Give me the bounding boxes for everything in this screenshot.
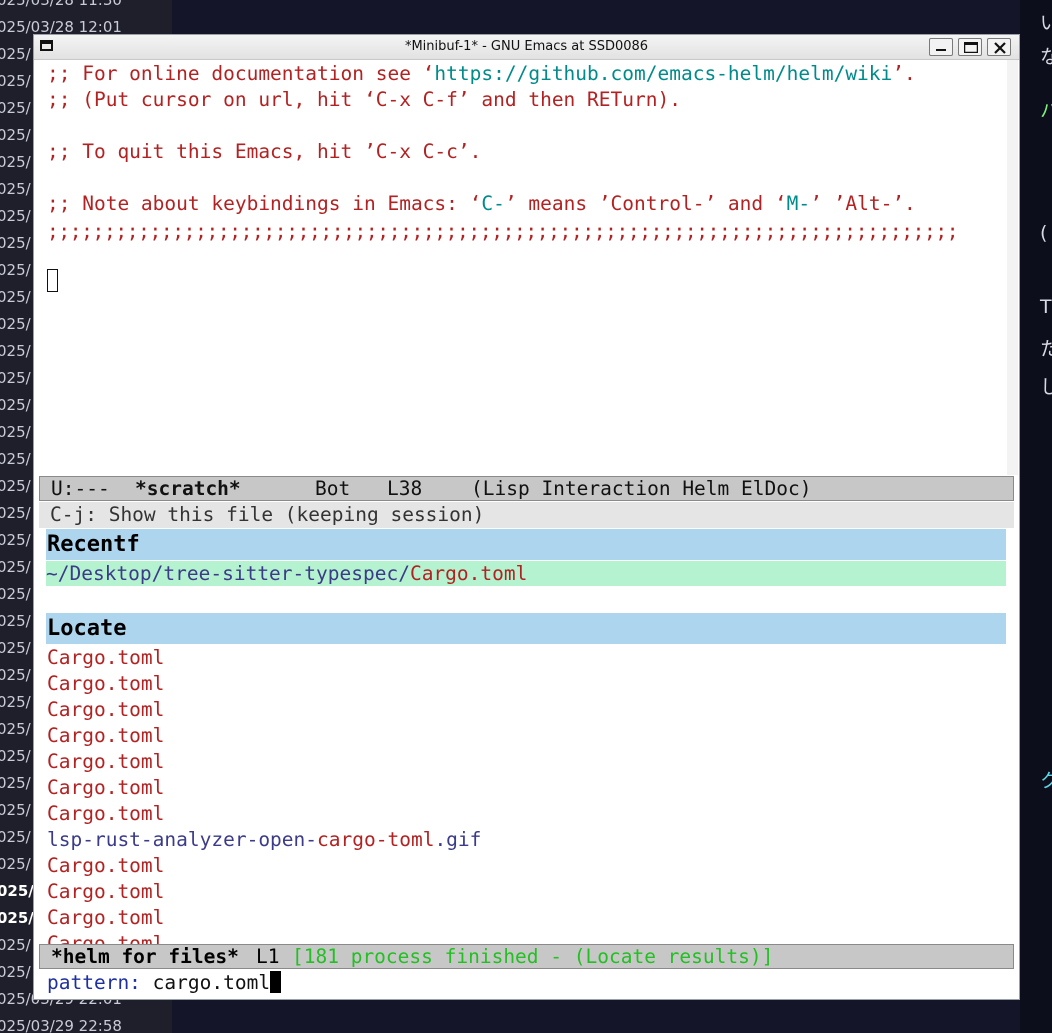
- locate-candidate[interactable]: Cargo.toml: [47, 905, 164, 931]
- background-glyph: い: [1040, 12, 1052, 34]
- background-list-row: 025/03/28 11:30: [0, 0, 122, 9]
- close-button[interactable]: [987, 38, 1011, 56]
- locate-candidate[interactable]: Cargo.toml: [47, 749, 164, 775]
- locate-candidate[interactable]: Cargo.toml: [47, 801, 164, 827]
- locate-candidate[interactable]: Cargo.toml: [47, 853, 164, 879]
- modeline-buffer-name[interactable]: *scratch*: [135, 477, 241, 500]
- scratch-line-2[interactable]: ;; (Put cursor on url, hit ‘C-x C-f’ and…: [47, 87, 681, 113]
- locate-candidate[interactable]: Cargo.toml: [47, 723, 164, 749]
- close-icon: [994, 42, 1006, 54]
- background-glyph: た: [1040, 338, 1052, 360]
- locate-candidate[interactable]: Cargo.toml: [47, 671, 164, 697]
- wiki-link[interactable]: https://github.com/emacs-helm/helm/wiki: [434, 62, 892, 85]
- maximize-button[interactable]: [958, 38, 982, 56]
- scratch-line-5[interactable]: ;;;;;;;;;;;;;;;;;;;;;;;;;;;;;;;;;;;;;;;;…: [47, 219, 959, 245]
- background-glyph: (: [1040, 222, 1048, 244]
- locate-candidate[interactable]: Cargo.toml: [47, 931, 164, 944]
- scratch-line-1[interactable]: ;; For online documentation see ‘https:/…: [47, 61, 916, 87]
- background-glyph: し: [1040, 376, 1052, 398]
- minibuffer[interactable]: pattern: cargo.toml: [47, 970, 282, 996]
- locate-candidate[interactable]: Cargo.toml: [47, 879, 164, 905]
- background-glyph: ハ: [1040, 100, 1052, 122]
- minimize-icon: [936, 49, 946, 51]
- title-bar[interactable]: *Minibuf-1* - GNU Emacs at SSD0086: [34, 35, 1019, 60]
- recentf-selected-candidate[interactable]: ~/Desktop/tree-sitter-typespec/Cargo.tom…: [46, 561, 1006, 586]
- maximize-icon: [964, 42, 978, 53]
- modeline-state: U:---: [51, 477, 110, 500]
- locate-candidate[interactable]: lsp-rust-analyzer-open-cargo-toml.gif: [47, 827, 481, 853]
- modeline-modes[interactable]: (Lisp Interaction Helm ElDoc): [471, 477, 811, 500]
- emacs-window: *Minibuf-1* - GNU Emacs at SSD0086 ;; Fo…: [33, 34, 1020, 1000]
- locate-candidate[interactable]: Cargo.toml: [47, 775, 164, 801]
- window-title: *Minibuf-1* - GNU Emacs at SSD0086: [404, 39, 649, 54]
- input-caret: [270, 971, 282, 993]
- background-list-row: 025/03/29 22:58: [0, 1017, 122, 1033]
- helm-header-line: C-j: Show this file (keeping session): [39, 502, 1014, 528]
- modeline-position: Bot: [315, 477, 351, 500]
- scratch-line-3[interactable]: ;; To quit this Emacs, hit ’C-x C-c’.: [47, 139, 481, 165]
- locate-candidates: Cargo.toml Cargo.toml Cargo.toml Cargo.toml…: [34, 645, 1019, 944]
- fringe: [1007, 60, 1018, 475]
- background-glyph: な: [1040, 46, 1052, 68]
- pattern-input[interactable]: cargo.toml: [153, 971, 270, 994]
- locate-candidate[interactable]: Cargo.toml: [47, 645, 164, 671]
- mode-line[interactable]: U:--- *scratch* Bot L38 (Lisp Interactio…: [39, 476, 1014, 501]
- background-right-window: いなハ ( T たしク: [1020, 0, 1052, 1033]
- minimize-button[interactable]: [929, 38, 953, 56]
- recentf-source-header: Recentf: [46, 529, 1006, 560]
- text-cursor: [47, 269, 58, 292]
- locate-candidate[interactable]: Cargo.toml: [47, 697, 164, 723]
- locate-source-header: Locate: [46, 613, 1006, 644]
- background-glyph: ク: [1040, 770, 1052, 792]
- background-glyph: T: [1040, 296, 1052, 318]
- helm-mode-line[interactable]: *helm for files* L1 [181 process finished …: [39, 944, 1014, 969]
- scratch-line-4[interactable]: ;; Note about keybindings in Emacs: ‘C-’…: [47, 191, 916, 217]
- modeline-line: L38: [387, 477, 423, 500]
- minibuffer-prompt: pattern:: [47, 971, 141, 994]
